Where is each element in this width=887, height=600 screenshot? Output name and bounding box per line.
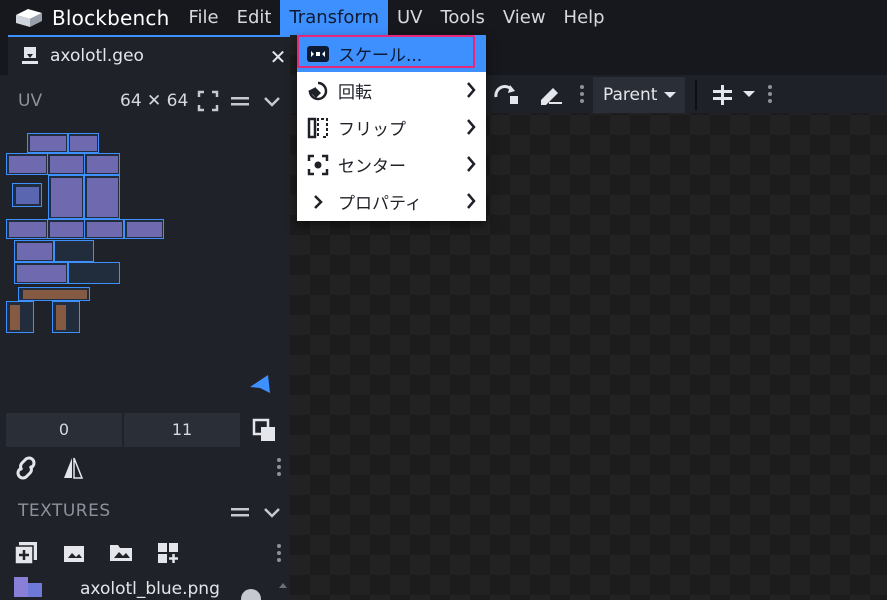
copy-icon[interactable]: [252, 418, 278, 444]
texture-list-item[interactable]: axolotl_blue.png: [0, 575, 290, 600]
chevron-right-icon: [314, 194, 323, 209]
uv-face[interactable]: [54, 240, 94, 262]
uv-offset-y-field[interactable]: 11: [124, 413, 240, 447]
uv-offset-x-field[interactable]: 0: [6, 413, 122, 447]
left-sidebar: axolotl.geo ✕ UV 64 ✕ 64 0 11 TEXTURES a…: [0, 35, 290, 600]
project-tab-strip: axolotl.geo ✕: [0, 35, 290, 75]
blockbench-logo-icon: [16, 8, 42, 27]
close-icon[interactable]: ✕: [266, 45, 290, 69]
scale-icon: [307, 45, 329, 62]
uv-face[interactable]: [47, 219, 85, 239]
more-options-icon[interactable]: [579, 84, 585, 104]
uv-face[interactable]: [14, 262, 68, 284]
menu-edit[interactable]: Edit: [228, 0, 281, 35]
uv-face[interactable]: [52, 301, 80, 333]
pivot-tool-icon[interactable]: [710, 83, 736, 107]
uv-face[interactable]: [84, 153, 120, 175]
chevron-right-icon: [467, 156, 476, 172]
fullscreen-icon[interactable]: [197, 90, 219, 112]
uv-panel-header: UV 64 ✕ 64: [0, 85, 290, 117]
rotate-tool-icon[interactable]: [490, 81, 520, 107]
viewport-tab-strip: [485, 35, 887, 75]
more-options-icon[interactable]: [767, 84, 773, 104]
add-texture-icon[interactable]: [14, 541, 38, 565]
menu-view[interactable]: View: [494, 0, 555, 35]
uv-size-label[interactable]: 64 ✕ 64: [120, 91, 188, 111]
uv-face[interactable]: [68, 262, 120, 284]
mirror-icon[interactable]: [62, 456, 84, 480]
project-tab[interactable]: axolotl.geo ✕: [8, 35, 290, 75]
texture-status-icon[interactable]: [240, 587, 262, 600]
uv-editor-canvas[interactable]: [4, 125, 288, 443]
uv-cursor-icon: [250, 375, 270, 393]
project-tab-label: axolotl.geo: [50, 46, 144, 66]
uv-face[interactable]: [48, 175, 84, 219]
textures-panel-header: TEXTURES: [0, 495, 290, 529]
uv-face[interactable]: [84, 175, 120, 219]
uv-face[interactable]: [124, 219, 164, 239]
drag-handle-icon[interactable]: [229, 501, 251, 523]
chevron-down-icon[interactable]: [742, 89, 756, 99]
uv-face[interactable]: [84, 219, 124, 239]
center-icon: [307, 154, 329, 175]
scroll-up-icon[interactable]: [278, 581, 288, 589]
uv-face[interactable]: [47, 153, 85, 175]
menu-item-flip[interactable]: フリップ: [297, 109, 486, 146]
folder-image-icon[interactable]: [108, 541, 134, 565]
uv-face[interactable]: [6, 153, 48, 175]
transform-space-value: Parent: [603, 85, 658, 105]
menu-item-center[interactable]: センター: [297, 146, 486, 183]
texture-thumbnail: [14, 577, 42, 597]
chevron-down-icon: [664, 92, 676, 98]
menu-help[interactable]: Help: [555, 0, 614, 35]
uv-face[interactable]: [14, 240, 54, 262]
texture-name: axolotl_blue.png: [80, 579, 220, 599]
uv-panel-title: UV: [18, 91, 43, 111]
toolbar-divider: [695, 80, 697, 110]
app-name: Blockbench: [52, 5, 170, 30]
app-brand: Blockbench: [0, 0, 179, 35]
menu-file[interactable]: File: [179, 0, 227, 35]
menu-item-label: スケール...: [338, 46, 423, 66]
uv-face[interactable]: [6, 301, 34, 333]
chevron-down-icon[interactable]: [261, 90, 283, 112]
uv-face[interactable]: [6, 219, 48, 239]
menu-item-label: センター: [338, 157, 406, 177]
uv-face[interactable]: [27, 133, 69, 153]
menu-item-label: プロパティ: [338, 194, 422, 214]
transform-space-select[interactable]: Parent: [593, 77, 685, 113]
textures-panel-title: TEXTURES: [18, 501, 111, 521]
menu-item-label: フリップ: [338, 120, 406, 140]
drag-handle-icon[interactable]: [229, 90, 251, 112]
uv-face[interactable]: [18, 287, 90, 301]
import-texture-icon[interactable]: [62, 541, 86, 565]
uv-face[interactable]: [67, 133, 99, 153]
transform-dropdown-menu: スケール... 回転 フリップ センター プロパティ: [297, 35, 486, 221]
rotate-icon: [308, 81, 328, 100]
menu-item-rotate[interactable]: 回転: [297, 72, 486, 109]
more-options-icon[interactable]: [276, 543, 282, 563]
texture-grid-icon[interactable]: [156, 541, 180, 565]
chevron-right-icon: [467, 119, 476, 135]
chevron-right-icon: [467, 193, 476, 209]
textures-toolbar: [0, 537, 290, 569]
menu-bar: Blockbench File Edit Transform UV Tools …: [0, 0, 887, 35]
chevron-down-icon[interactable]: [261, 501, 283, 523]
model-file-icon: [22, 47, 38, 64]
uv-face[interactable]: [12, 183, 42, 207]
more-options-icon[interactable]: [276, 457, 282, 477]
chevron-right-icon: [467, 82, 476, 98]
flip-icon: [307, 117, 328, 138]
link-icon[interactable]: [12, 455, 40, 481]
menu-uv[interactable]: UV: [388, 0, 432, 35]
paint-tool-icon[interactable]: [537, 82, 563, 106]
menu-transform[interactable]: Transform: [280, 0, 388, 35]
uv-tool-row: [0, 455, 290, 485]
menu-item-properties[interactable]: プロパティ: [297, 183, 486, 220]
menu-tools[interactable]: Tools: [431, 0, 493, 35]
menu-item-label: 回転: [338, 83, 372, 103]
menu-item-scale[interactable]: スケール...: [297, 35, 486, 72]
